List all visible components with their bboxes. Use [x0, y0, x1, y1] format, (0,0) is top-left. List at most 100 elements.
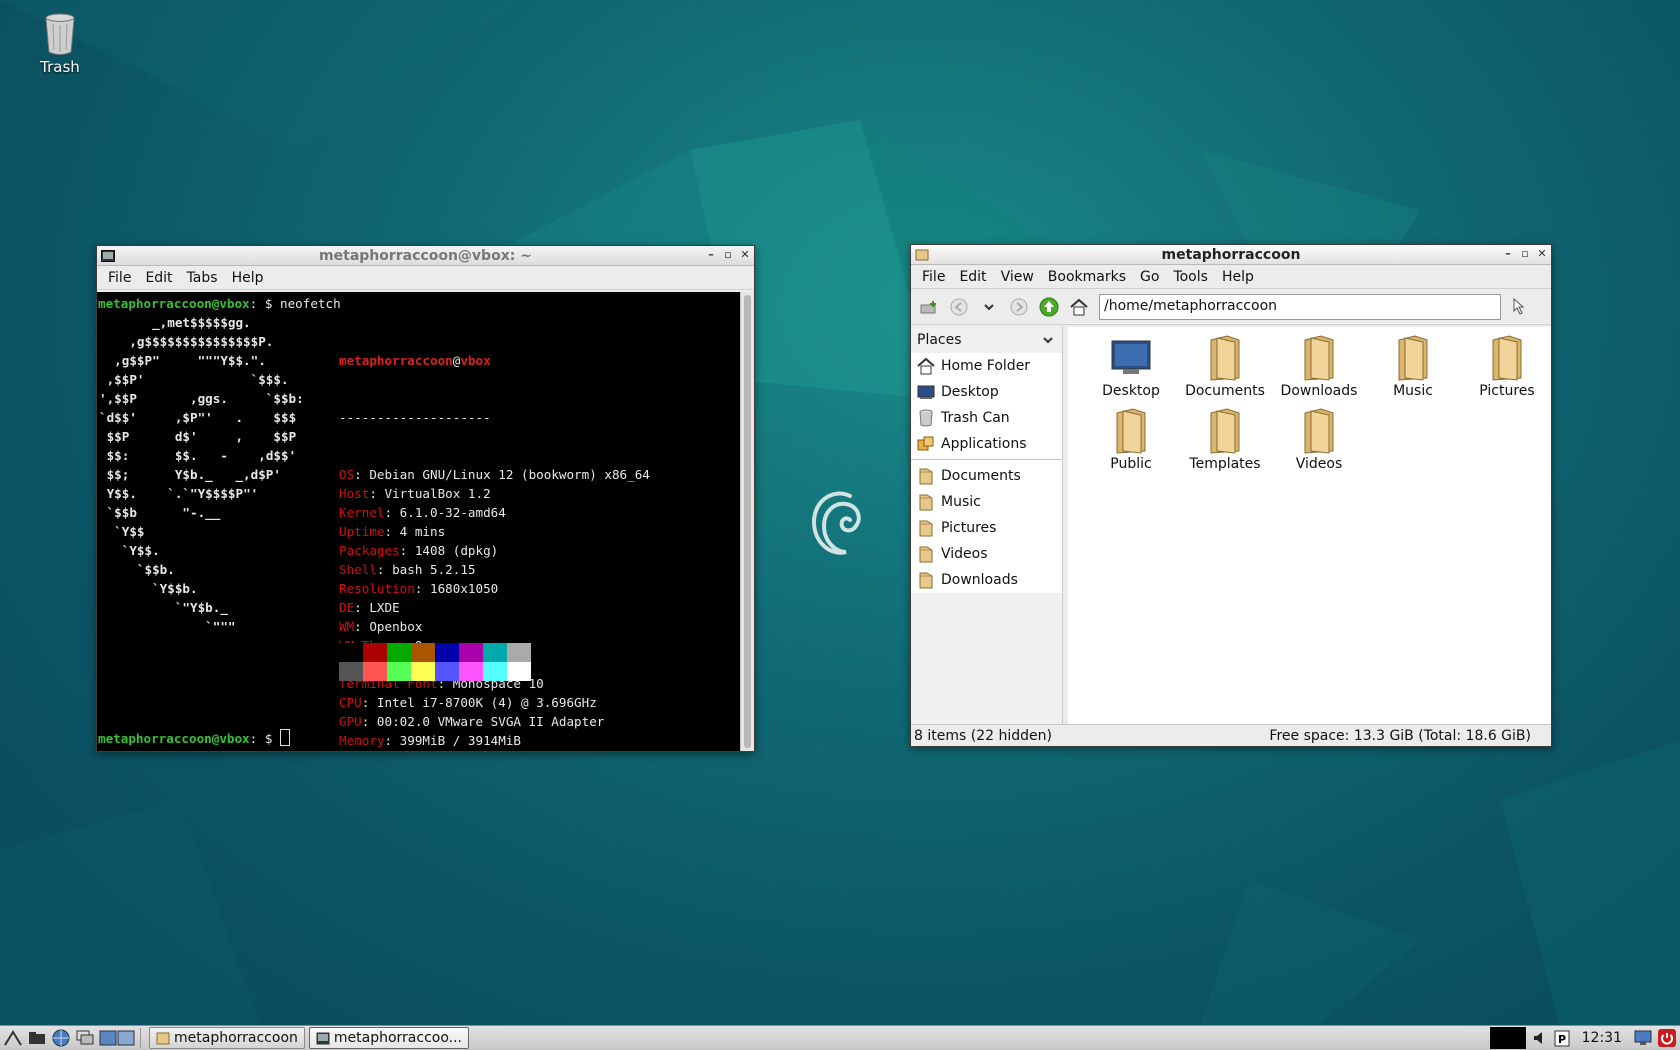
color-swatch	[387, 662, 411, 681]
file-item-pictures[interactable]: Pictures	[1460, 333, 1554, 406]
close-button[interactable]: ✕	[739, 248, 751, 262]
desktop-pager[interactable]	[98, 1027, 136, 1049]
prompt-suffix: : $	[249, 296, 280, 311]
info-key: Packages	[339, 543, 400, 558]
clock[interactable]: 12:31	[1576, 1030, 1628, 1046]
file-view[interactable]: Desktop Documents Downloads Music Pictures Pu…	[1068, 327, 1551, 724]
history-dropdown-button[interactable]	[977, 295, 1001, 319]
place-trash-can[interactable]: Trash Can	[911, 405, 1062, 431]
place-applications[interactable]: Applications	[911, 431, 1062, 457]
volume-icon[interactable]	[1532, 1030, 1548, 1046]
color-swatch	[435, 643, 459, 662]
folder-icon	[1210, 408, 1240, 454]
home-button[interactable]	[1067, 295, 1091, 319]
location-input[interactable]: /home/metaphorraccoon	[1099, 293, 1501, 320]
terminal-output[interactable]: metaphorraccoon@vbox: $ neofetch _,met$$…	[97, 292, 754, 751]
task-label: metaphorraccoon	[174, 1030, 298, 1046]
folder-icon	[1304, 408, 1334, 454]
prompt-suffix: : $	[249, 731, 280, 746]
terminal-window[interactable]: metaphorraccoon@vbox: ~ – ▫ ✕ File Edit …	[96, 245, 755, 752]
current-prompt[interactable]: metaphorraccoon@vbox: $	[98, 729, 290, 748]
scrollbar-thumb[interactable]	[744, 295, 751, 748]
bookmark-videos[interactable]: Videos	[911, 541, 1062, 567]
file-item-label: Music	[1393, 383, 1433, 399]
file-item-videos[interactable]: Videos	[1272, 406, 1366, 479]
file-manager-launcher[interactable]	[26, 1027, 48, 1049]
info-key: Memory	[339, 733, 385, 748]
iconify-windows-button[interactable]	[74, 1027, 96, 1049]
file-item-documents[interactable]: Documents	[1178, 333, 1272, 406]
start-menu-button[interactable]	[2, 1027, 24, 1049]
info-line: Shell: bash 5.2.15	[339, 560, 650, 579]
terminal-title: metaphorraccoon@vbox: ~	[319, 247, 532, 264]
file-item-templates[interactable]: Templates	[1178, 406, 1272, 479]
prompt-user: metaphorraccoon@vbox	[98, 731, 250, 746]
color-swatch	[339, 662, 363, 681]
power-icon[interactable]	[1658, 1029, 1676, 1047]
info-line: Memory: 399MiB / 3914MiB	[339, 731, 650, 750]
minimize-button[interactable]: –	[705, 248, 717, 262]
status-item-count: 8 items (22 hidden)	[914, 727, 1052, 744]
info-key: WM	[339, 619, 355, 634]
file-item-public[interactable]: Public	[1084, 406, 1178, 479]
web-browser-launcher[interactable]	[50, 1027, 72, 1049]
file-grid: Desktop Documents Downloads Music Pictures Pu…	[1084, 333, 1554, 479]
menu-help[interactable]: Help	[225, 270, 271, 286]
file-item-label: Documents	[1185, 383, 1265, 399]
info-line: Packages: 1408 (dpkg)	[339, 541, 650, 560]
bookmark-pictures[interactable]: Pictures	[911, 515, 1062, 541]
menu-view[interactable]: View	[994, 269, 1041, 285]
clipboard-icon[interactable]: P	[1554, 1029, 1570, 1047]
go-button[interactable]	[1507, 295, 1531, 319]
color-swatch	[387, 643, 411, 662]
trash-icon	[45, 13, 75, 55]
file-item-desktop[interactable]: Desktop	[1084, 333, 1178, 406]
back-button[interactable]	[947, 295, 971, 319]
place-home-folder[interactable]: Home Folder	[911, 353, 1062, 379]
info-colon: :	[384, 733, 400, 748]
file-manager-window[interactable]: metaphorraccoon – ▫ ✕ File Edit View Boo…	[910, 244, 1552, 747]
home-icon	[917, 357, 935, 375]
task-label: metaphorraccoo...	[333, 1030, 463, 1046]
task-terminal[interactable]: metaphorraccoo...	[308, 1027, 470, 1049]
bookmark-documents[interactable]: Documents	[911, 463, 1062, 489]
menu-go[interactable]: Go	[1133, 269, 1166, 285]
file-item-music[interactable]: Music	[1366, 333, 1460, 406]
desktop-trash[interactable]: Trash	[28, 12, 92, 76]
menu-help[interactable]: Help	[1215, 269, 1261, 285]
bookmark-downloads[interactable]: Downloads	[911, 567, 1062, 593]
screen-lock-icon[interactable]	[1634, 1030, 1652, 1046]
info-key: DE	[339, 600, 355, 615]
minimize-button[interactable]: –	[1502, 247, 1514, 261]
menu-tools[interactable]: Tools	[1166, 269, 1215, 285]
menu-file[interactable]: File	[101, 270, 138, 286]
close-button[interactable]: ✕	[1536, 247, 1548, 261]
bookmark-music[interactable]: Music	[911, 489, 1062, 515]
maximize-button[interactable]: ▫	[1519, 247, 1531, 261]
cpu-monitor[interactable]	[1489, 1027, 1526, 1049]
info-value: bash 5.2.15	[392, 562, 476, 577]
up-button[interactable]	[1037, 295, 1061, 319]
menu-file[interactable]: File	[915, 269, 952, 285]
places-header[interactable]: Places	[911, 327, 1062, 353]
terminal-menubar: File Edit Tabs Help	[97, 266, 754, 290]
maximize-button[interactable]: ▫	[722, 248, 734, 262]
menu-tabs[interactable]: Tabs	[180, 270, 225, 286]
menu-edit[interactable]: Edit	[138, 270, 179, 286]
new-tab-button[interactable]	[917, 295, 941, 319]
info-colon: :	[361, 695, 377, 710]
menu-edit[interactable]: Edit	[952, 269, 993, 285]
file-item-downloads[interactable]: Downloads	[1272, 333, 1366, 406]
places-label: Places	[917, 332, 962, 348]
place-desktop[interactable]: Desktop	[911, 379, 1062, 405]
forward-button[interactable]	[1007, 295, 1031, 319]
terminal-titlebar[interactable]: metaphorraccoon@vbox: ~ – ▫ ✕	[97, 246, 754, 266]
globe-icon	[52, 1029, 70, 1047]
menu-bookmarks[interactable]: Bookmarks	[1041, 269, 1133, 285]
folder-icon	[156, 1032, 170, 1045]
task-file-manager[interactable]: metaphorraccoon	[149, 1027, 305, 1049]
info-value: 00:02.0 VMware SVGA II Adapter	[376, 714, 605, 729]
terminal-scrollbar[interactable]	[740, 292, 754, 751]
filemanager-titlebar[interactable]: metaphorraccoon – ▫ ✕	[911, 245, 1551, 265]
info-value: VirtualBox 1.2	[384, 486, 491, 501]
